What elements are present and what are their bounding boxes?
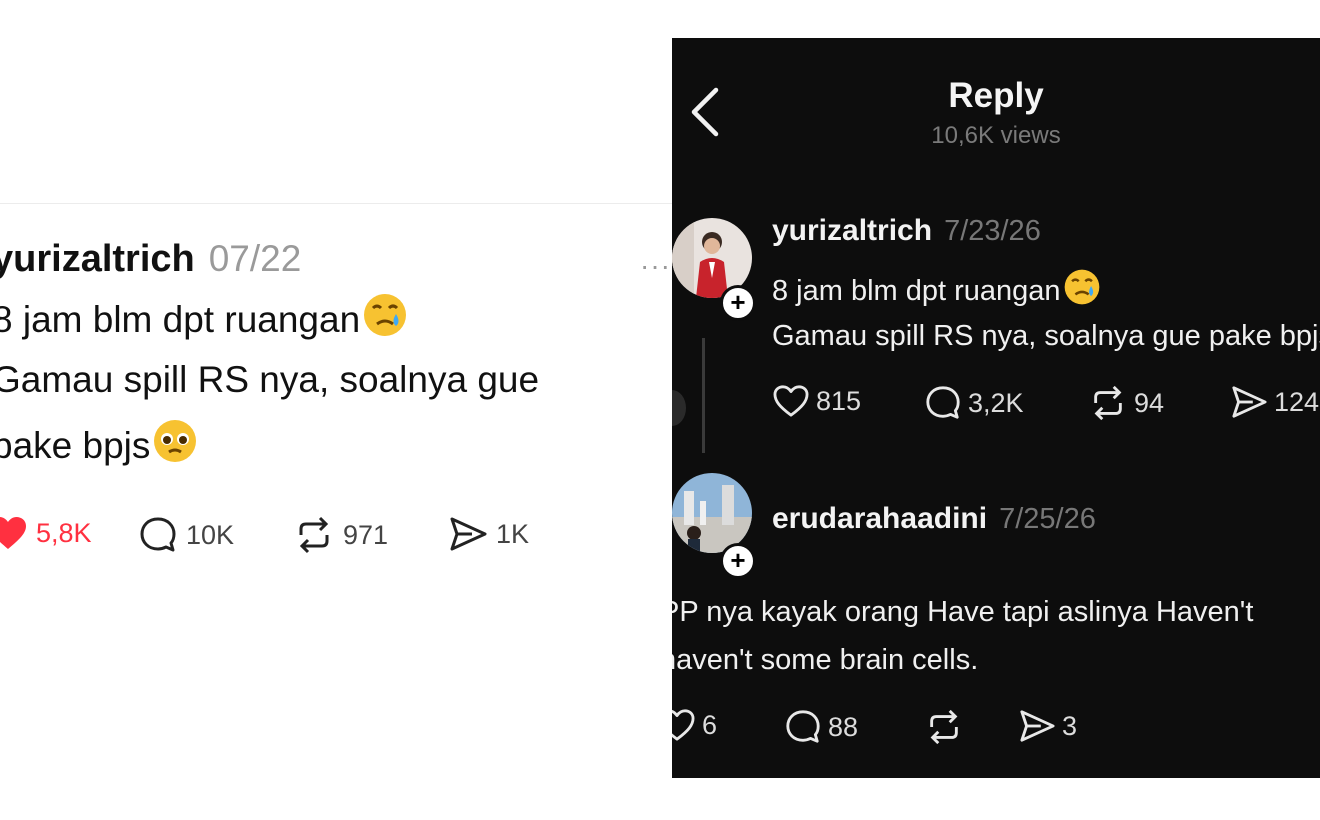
post: yurizaltrich 07/22 8 jam blm dpt ruangan… [0,238,672,481]
heart-icon [672,708,696,742]
comment-button[interactable]: 88 [784,708,858,746]
post-header: yurizaltrich 7/23/26 [772,214,1041,248]
share-button[interactable]: 124 [1230,384,1319,420]
share-count: 124 [1274,386,1320,417]
crying-face-emoji [1063,268,1101,314]
repost-icon [293,515,335,555]
follow-plus-icon[interactable]: + [720,543,756,579]
repost-count: 94 [1134,387,1165,418]
share-button[interactable]: 3 [1018,708,1077,744]
left-post-panel: ··· yurizaltrich 07/22 8 jam blm dpt rua… [0,0,672,820]
post-text-line: pake bpjs [0,418,672,481]
repost-icon [1088,384,1128,422]
post-actions: 5,8K 10K 971 1K [0,515,668,559]
post-text-line: Gamau spill RS nya, soalnya gue pake bpj… [772,320,1320,353]
pleading-face-emoji [152,418,198,477]
share-icon [1018,708,1056,744]
like-count: 5,8K [36,517,92,548]
share-icon [1230,384,1268,420]
post-text: 8 jam blm dpt ruangan [772,275,1061,307]
reply-text: PP nya kayak orang Have tapi aslinya Hav… [672,596,1254,628]
repost-icon [924,708,964,746]
post-text: pake bpjs [0,425,151,466]
like-count: 815 [816,385,862,416]
repost-count: 971 [343,519,389,550]
repost-button[interactable] [924,708,970,746]
post-text: Gamau spill RS nya, soalnya gue [0,359,540,400]
username[interactable]: erudarahaadini [772,502,987,536]
share-count: 1K [496,518,530,549]
reply-actions: 6 88 3 [672,708,1118,752]
like-button[interactable]: 5,8K [0,515,92,551]
reply-text-line: haven't some brain cells. [672,644,978,677]
divider [0,203,672,204]
reply-text-line: PP nya kayak orang Have tapi aslinya Hav… [672,596,1253,629]
post-text: 8 jam blm dpt ruangan [0,299,361,340]
heart-icon [0,515,28,551]
page-title: Reply [948,76,1044,115]
reply-date: 7/25/26 [999,503,1096,535]
heart-icon [772,384,810,418]
post-text-line: Gamau spill RS nya, soalnya gue [0,355,672,418]
like-button[interactable]: 815 [772,384,861,418]
comment-count: 3,2K [968,387,1024,418]
repost-button[interactable]: 971 [293,515,388,555]
comment-icon [784,708,822,746]
avatar[interactable] [672,473,752,553]
reply-screen: Reply 10,6K views + yurizaltrich 7/23/26… [672,38,1320,778]
reply-text: haven't some brain cells. [672,644,979,676]
post-header: yurizaltrich 07/22 [0,238,672,292]
post-text-line: 8 jam blm dpt ruangan [0,292,672,355]
post-actions: 815 3,2K 94 124 [772,384,1320,428]
comment-count: 10K [186,519,235,550]
comment-button[interactable]: 3,2K [924,384,1024,422]
comment-button[interactable]: 10K [138,515,234,555]
like-button[interactable]: 6 [672,708,717,742]
post-text: Gamau spill RS nya, soalnya gue pake bpj… [772,320,1320,352]
comment-count: 88 [828,711,859,742]
share-icon [448,515,488,553]
username[interactable]: yurizaltrich [0,238,195,281]
post-date: 7/23/26 [944,215,1041,247]
post-date: 07/22 [208,238,302,279]
follow-plus-icon[interactable]: + [720,285,756,321]
crying-face-emoji [362,292,408,351]
like-count: 6 [702,709,718,740]
share-button[interactable]: 1K [448,515,529,553]
view-count: 10,6K views [931,122,1061,149]
reply-header: erudarahaadini 7/25/26 [772,502,1096,536]
comment-icon [924,384,962,422]
post-text-line: 8 jam blm dpt ruangan [772,268,1101,314]
repost-button[interactable]: 94 [1088,384,1164,422]
comment-icon [138,515,178,555]
thread-line [702,338,705,453]
scroll-indicator [672,390,686,426]
share-count: 3 [1062,710,1078,741]
username[interactable]: yurizaltrich [772,214,932,248]
